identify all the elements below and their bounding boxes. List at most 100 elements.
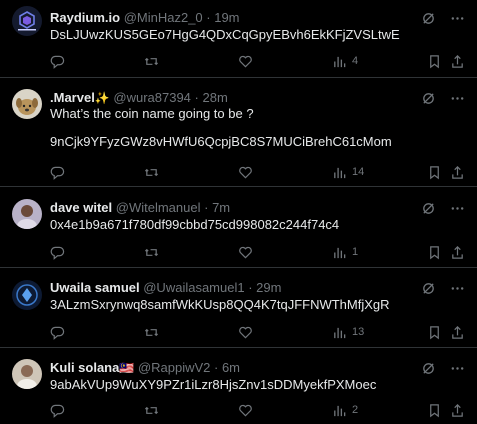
share-button[interactable]: [450, 244, 465, 260]
tweet-text: 3ALzmSxrynwq8samfWkKUsp8QQ4K7tqJFFNWThMf…: [50, 297, 390, 312]
views-button[interactable]: 14: [332, 164, 364, 180]
views-icon: [332, 165, 347, 180]
reply-icon: [50, 54, 65, 69]
bookmark-button[interactable]: [427, 244, 442, 260]
reply-button[interactable]: [50, 324, 65, 340]
retweet-button[interactable]: [144, 402, 159, 418]
avatar[interactable]: [12, 359, 42, 389]
avatar[interactable]: [12, 199, 42, 229]
like-button[interactable]: [238, 53, 253, 69]
share-icon: [450, 325, 465, 340]
bookmark-button[interactable]: [427, 53, 442, 69]
bookmark-button[interactable]: [427, 324, 442, 340]
views-icon: [332, 403, 347, 418]
share-icon: [450, 165, 465, 180]
views-button[interactable]: 4: [332, 53, 358, 69]
author-handle[interactable]: @RappiwV2: [138, 360, 210, 375]
views-button[interactable]: 2: [332, 402, 358, 418]
tweet-time[interactable]: · 28m: [195, 90, 228, 105]
retweet-button[interactable]: [144, 53, 159, 69]
avatar[interactable]: [12, 89, 42, 119]
tweet-header: Raydium.io @MinHaz2_0 · 19m: [50, 10, 407, 25]
tweet-time[interactable]: · 7m: [204, 200, 230, 215]
like-button[interactable]: [238, 402, 253, 418]
author-handle[interactable]: @wura87394: [113, 90, 191, 105]
tweet[interactable]: dave witel @Witelmanuel · 7m 0x4e1b9a671…: [0, 187, 477, 268]
avatar[interactable]: [12, 280, 42, 310]
retweet-icon: [144, 245, 159, 260]
retweet-button[interactable]: [144, 164, 159, 180]
author-handle[interactable]: @Uwailasamuel1: [143, 280, 244, 295]
like-icon: [238, 54, 253, 69]
reply-button[interactable]: [50, 164, 65, 180]
share-icon: [450, 54, 465, 69]
grok-icon[interactable]: [421, 91, 436, 106]
views-icon: [332, 325, 347, 340]
share-button[interactable]: [450, 53, 465, 69]
avatar[interactable]: [12, 6, 42, 36]
reply-button[interactable]: [50, 244, 65, 260]
more-icon[interactable]: [450, 281, 465, 296]
like-icon: [238, 403, 253, 418]
name-emoji: ✨: [94, 91, 110, 105]
views-button[interactable]: 13: [332, 324, 364, 340]
views-button[interactable]: 1: [332, 244, 358, 260]
tweet-text: 9abAkVUp9WuXY9PZr1iLzr8HjsZnv1sDDMyekfPX…: [50, 377, 377, 392]
tweet-header: Uwaila samuel @Uwailasamuel1 · 29m: [50, 280, 407, 295]
like-icon: [238, 165, 253, 180]
share-button[interactable]: [450, 164, 465, 180]
share-button[interactable]: [450, 402, 465, 418]
tweet-header: dave witel @Witelmanuel · 7m: [50, 200, 407, 215]
bookmark-button[interactable]: [427, 164, 442, 180]
like-icon: [238, 325, 253, 340]
bookmark-icon: [427, 403, 442, 418]
author-name[interactable]: .Marvel: [50, 90, 95, 105]
tweet[interactable]: Kuli solana🇲🇾 @RappiwV2 · 6m 9abAkVUp9Wu…: [0, 348, 477, 424]
author-name[interactable]: Kuli solana: [50, 360, 119, 375]
retweet-icon: [144, 54, 159, 69]
more-icon[interactable]: [450, 11, 465, 26]
crypto-logo: [12, 280, 42, 310]
reply-icon: [50, 245, 65, 260]
retweet-icon: [144, 403, 159, 418]
grok-icon[interactable]: [421, 11, 436, 26]
author-name[interactable]: Uwaila samuel: [50, 280, 140, 295]
tweet-actions: 4: [50, 53, 465, 69]
tweet-actions: 13: [50, 324, 465, 340]
like-button[interactable]: [238, 164, 253, 180]
author-handle[interactable]: @Witelmanuel: [116, 200, 201, 215]
grok-icon[interactable]: [421, 281, 436, 296]
tweet-actions: 14: [50, 164, 465, 180]
tweet-header: Kuli solana🇲🇾 @RappiwV2 · 6m: [50, 360, 407, 376]
views-count: 4: [352, 55, 359, 67]
views-count: 14: [352, 166, 365, 178]
more-icon[interactable]: [450, 91, 465, 106]
like-button[interactable]: [238, 324, 253, 340]
tweet-time[interactable]: · 29m: [248, 280, 281, 295]
bookmark-icon: [427, 165, 442, 180]
reply-button[interactable]: [50, 402, 65, 418]
tweet-time[interactable]: · 6m: [214, 360, 240, 375]
bookmark-button[interactable]: [427, 402, 442, 418]
author-handle[interactable]: @MinHaz2_0: [124, 10, 203, 25]
grok-icon[interactable]: [421, 201, 436, 216]
retweet-button[interactable]: [144, 324, 159, 340]
timeline-feed: Raydium.io @MinHaz2_0 · 19m DsLJUwzKUS5G…: [0, 0, 477, 424]
more-icon[interactable]: [450, 361, 465, 376]
author-name[interactable]: Raydium.io: [50, 10, 120, 25]
retweet-button[interactable]: [144, 244, 159, 260]
retweet-icon: [144, 325, 159, 340]
like-button[interactable]: [238, 244, 253, 260]
tweet[interactable]: Raydium.io @MinHaz2_0 · 19m DsLJUwzKUS5G…: [0, 0, 477, 78]
tweet[interactable]: .Marvel✨ @wura87394 · 28m What’s the coi…: [0, 78, 477, 187]
tweet-time[interactable]: · 19m: [206, 10, 239, 25]
tweet[interactable]: Uwaila samuel @Uwailasamuel1 · 29m 3ALzm…: [0, 268, 477, 348]
grok-icon[interactable]: [421, 361, 436, 376]
reply-button[interactable]: [50, 53, 65, 69]
author-name[interactable]: dave witel: [50, 200, 112, 215]
like-icon: [238, 245, 253, 260]
share-button[interactable]: [450, 324, 465, 340]
more-icon[interactable]: [450, 201, 465, 216]
tweet-text: DsLJUwzKUS5GEo7HgG4QDxCqGpyEBvh6EkKFjZVS…: [50, 27, 400, 42]
views-count: 2: [352, 404, 359, 416]
